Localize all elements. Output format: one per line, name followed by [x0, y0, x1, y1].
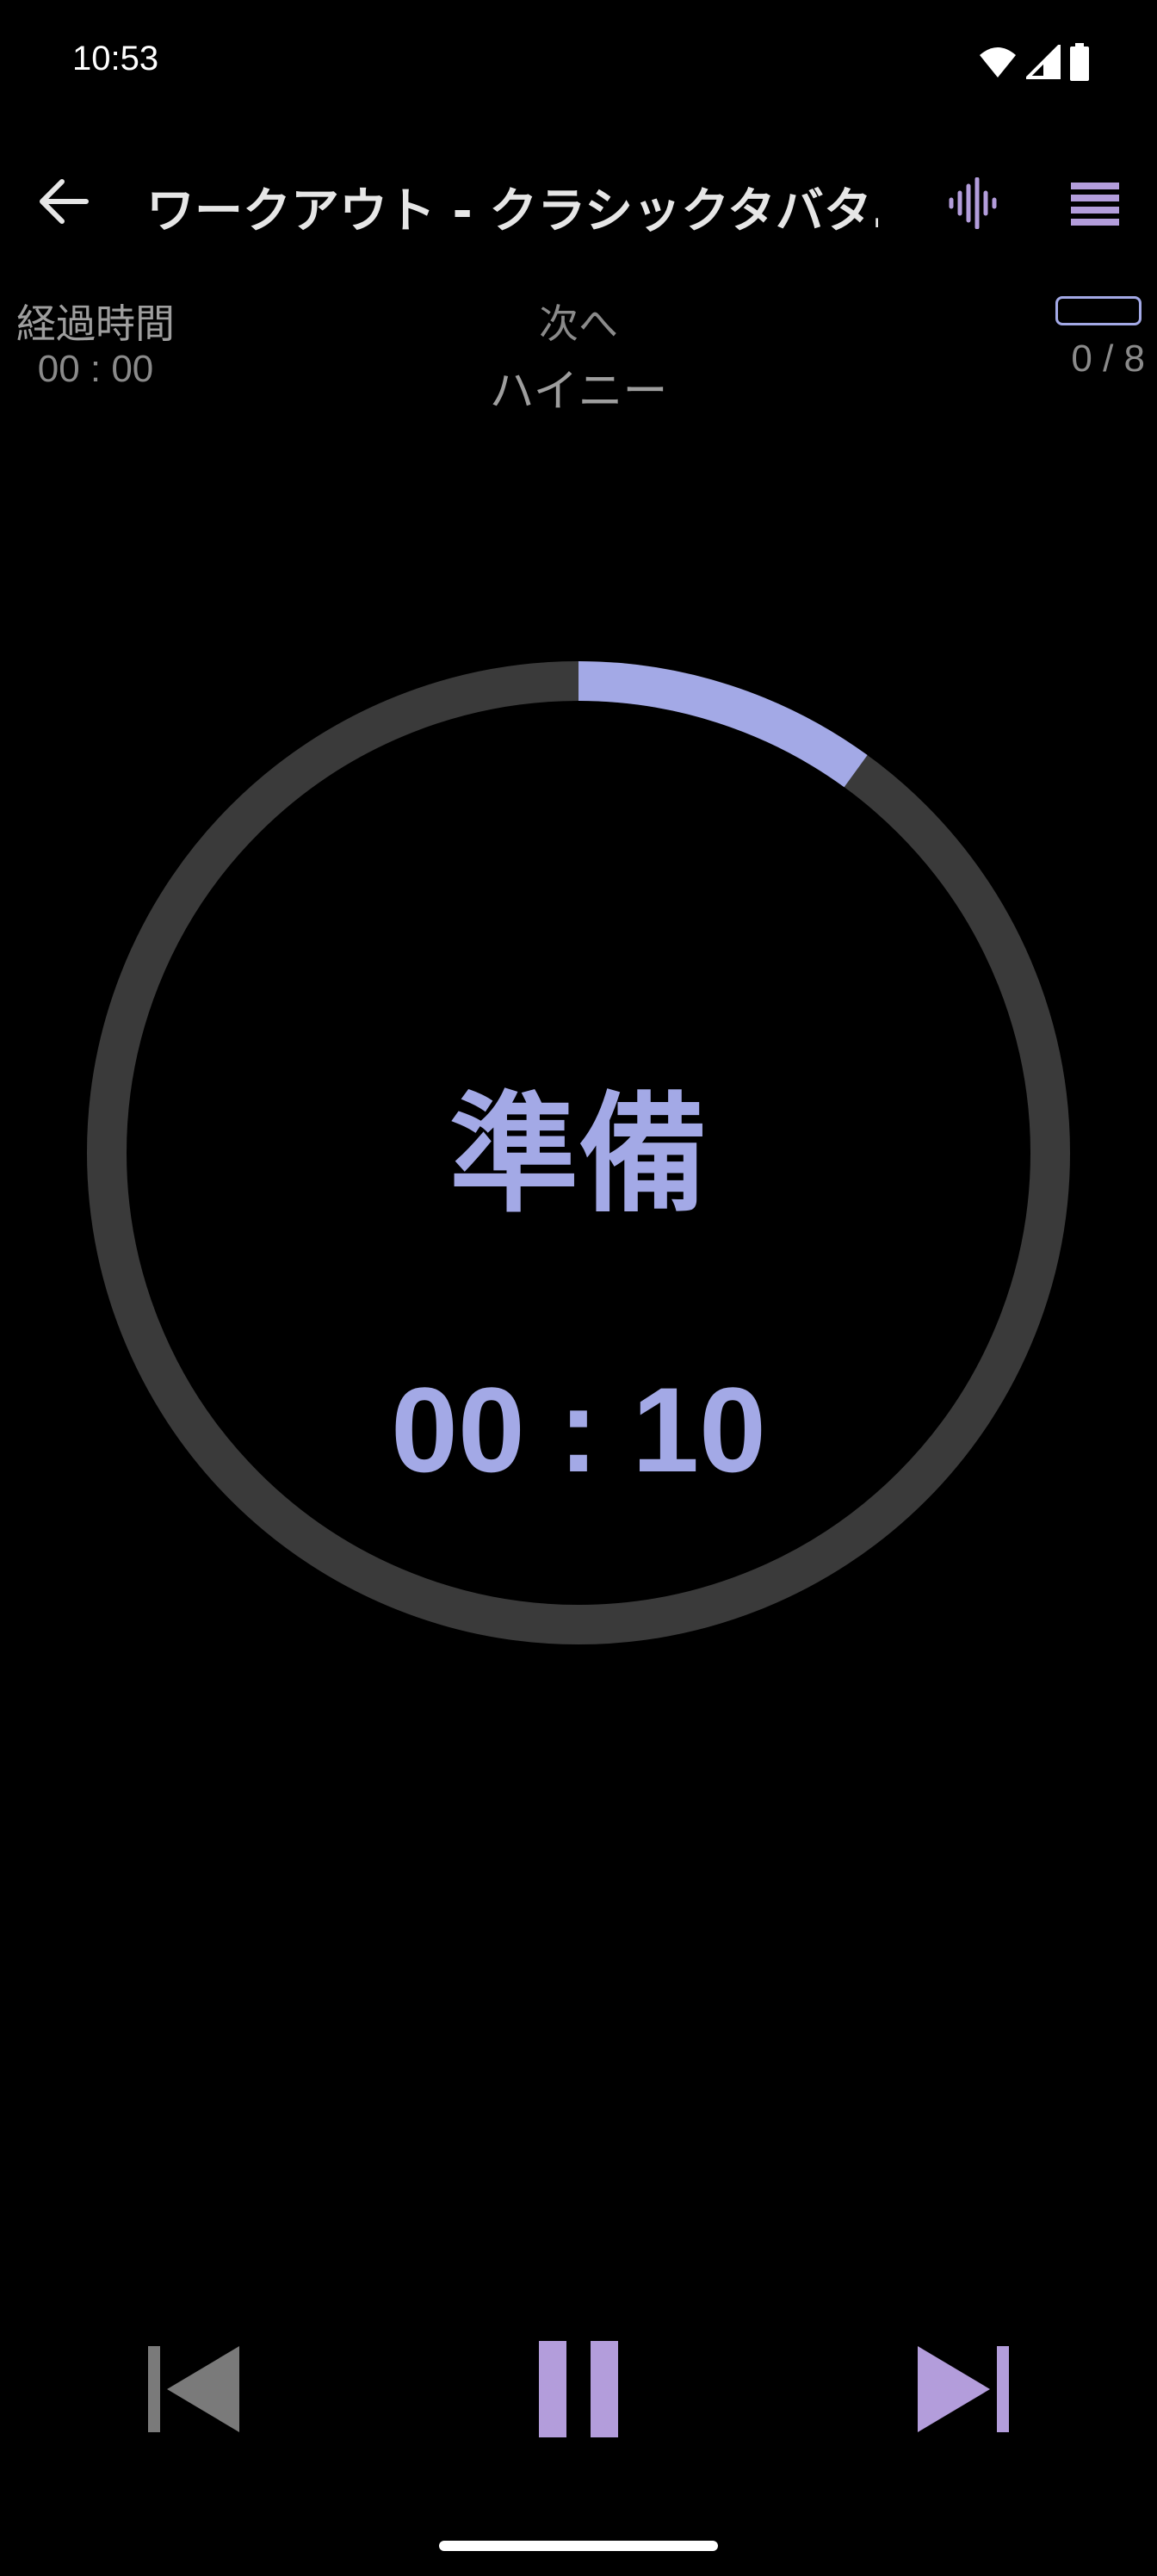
previous-button[interactable] — [129, 2325, 258, 2454]
phase-label: 準備 — [449, 1081, 708, 1230]
pause-icon — [539, 2341, 618, 2437]
next-button[interactable] — [899, 2325, 1028, 2454]
timer-ring-progress — [578, 661, 868, 788]
gesture-bar — [439, 2541, 718, 2551]
skip-next-icon — [918, 2346, 1009, 2432]
timer-ring — [87, 661, 1070, 1644]
countdown-timer: 00 : 10 — [391, 1362, 766, 1497]
pause-button[interactable] — [514, 2325, 643, 2454]
skip-previous-icon — [148, 2346, 239, 2432]
